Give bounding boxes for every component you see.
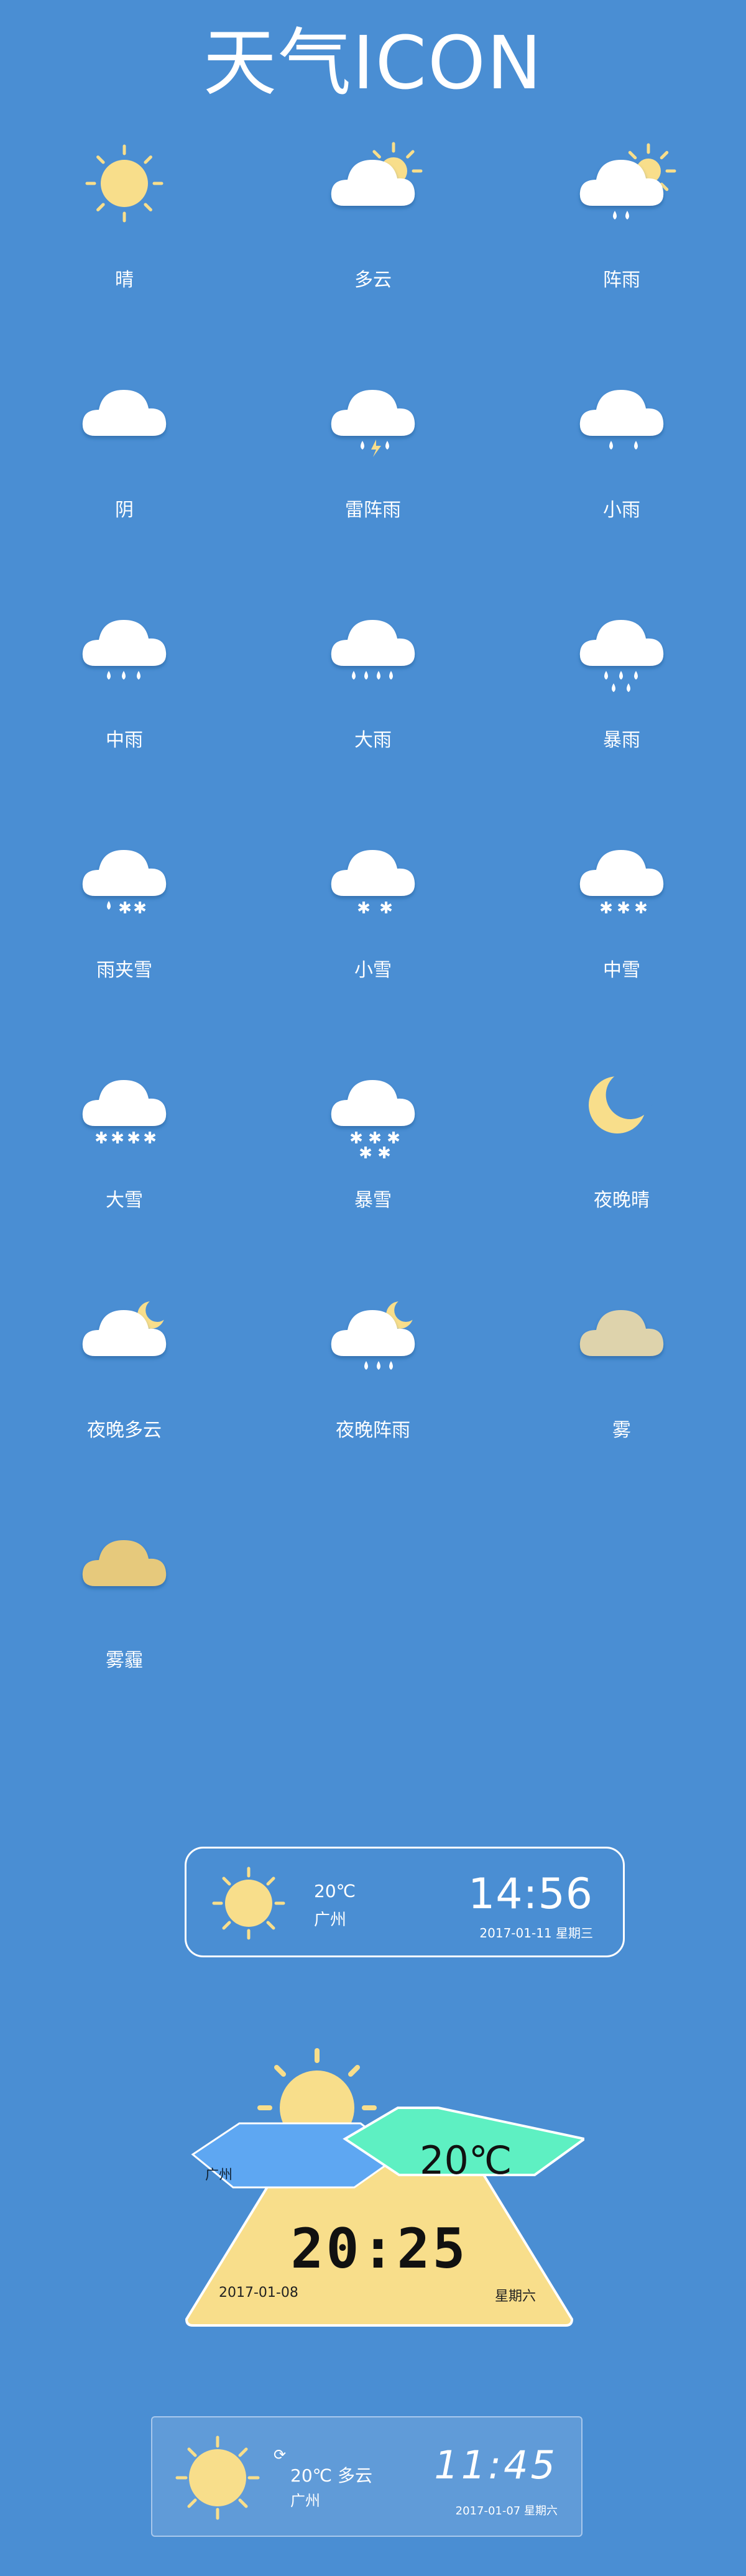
shower-icon (579, 143, 676, 219)
refresh-icon[interactable]: ⟳ (274, 2446, 286, 2463)
weather-icon-item: ✱ ✱ ✱ ✱ 大雪 (0, 1035, 249, 1278)
partly-cloudy-icon (331, 142, 423, 206)
weather-label: 暴雪 (354, 1189, 392, 1211)
temperature: 20℃ 多云 (290, 2465, 372, 2486)
haze-icon (82, 1540, 167, 1586)
weather-icon-item: 雾霾 (0, 1495, 249, 1738)
city: 广州 (290, 2492, 320, 2509)
weather-icon-item: 中雨 (0, 575, 249, 818)
fog-icon (579, 1310, 664, 1356)
svg-text:✱: ✱ (143, 1129, 157, 1148)
time: 20:25 (290, 2217, 468, 2281)
date: 2017-01-11 星期三 (479, 1926, 593, 1941)
weather-icon-item: ✱ ✱ 小雪 (249, 805, 497, 1048)
weather-icon-item: ✱ ✱ ✱ ✱ ✱ 暴雪 (249, 1035, 497, 1278)
date: 2017-01-07 星期六 (455, 2504, 558, 2518)
weather-label: 暴雨 (603, 729, 640, 751)
weather-label: 夜晚阵雨 (336, 1420, 410, 1441)
weather-icon-item: 雾 (497, 1265, 746, 1508)
clear-night-icon (589, 1070, 655, 1133)
moderate-snow-icon: ✱ ✱ ✱ (579, 850, 664, 918)
city: 广州 (314, 1911, 347, 1929)
svg-text:✱: ✱ (94, 1129, 108, 1148)
svg-text:✱: ✱ (617, 899, 630, 918)
weather-icon-item: 夜晚阵雨 (249, 1265, 497, 1508)
heavy-rain-icon (331, 620, 415, 680)
svg-text:✱: ✱ (379, 899, 393, 918)
weather-label: 中雨 (106, 729, 143, 751)
svg-text:✱: ✱ (133, 899, 147, 918)
overcast-icon (82, 390, 167, 436)
time: 11:45 (434, 2442, 558, 2488)
svg-text:✱: ✱ (127, 1129, 140, 1148)
svg-text:✱: ✱ (118, 899, 132, 918)
weather-icon-item: 雷阵雨 (249, 345, 497, 588)
sun-icon (175, 2435, 260, 2520)
cloudy-night-icon (82, 1298, 169, 1356)
sleet-icon: ✱ ✱ (82, 850, 167, 918)
weather-icon-item: 大雨 (249, 575, 497, 818)
weather-widget-isometric[interactable]: 广州 20℃ 20:25 2017-01-08 星期六 (174, 2046, 584, 2332)
weather-label: 阵雨 (603, 269, 640, 291)
rainstorm-icon (579, 620, 664, 692)
weather-label: 大雨 (354, 729, 392, 751)
weather-label: 雨夹雪 (96, 959, 152, 981)
date: 2017-01-08 (219, 2285, 298, 2301)
temperature: 20℃ (420, 2138, 512, 2183)
weekday: 星期六 (494, 2289, 536, 2304)
blizzard-icon: ✱ ✱ ✱✱ ✱ (331, 1080, 415, 1163)
weather-label: 阴 (115, 499, 134, 521)
weather-icon-item: 多云 (249, 115, 497, 358)
weather-icon-item: 小雨 (497, 345, 746, 588)
city: 广州 (205, 2167, 233, 2183)
time: 14:56 (468, 1870, 593, 1919)
sun-icon (212, 1867, 285, 1940)
thunderstorm-icon (331, 390, 415, 457)
weather-icon-item: 夜晚多云 (0, 1265, 249, 1508)
moderate-rain-icon (82, 620, 167, 680)
night-shower-icon (331, 1298, 418, 1370)
svg-text:✱: ✱ (357, 899, 371, 918)
weather-label: 雾 (612, 1420, 631, 1441)
svg-text:✱: ✱ (599, 899, 613, 918)
heavy-snow-icon: ✱ ✱ ✱ ✱ (82, 1080, 167, 1148)
weather-icon-item: ✱ ✱ 雨夹雪 (0, 805, 249, 1048)
weather-label: 夜晚晴 (594, 1189, 650, 1211)
temperature: 20℃ (314, 1881, 356, 1901)
weather-icon-item: ✱ ✱ ✱ 中雪 (497, 805, 746, 1048)
weather-icon-item: 阴 (0, 345, 249, 588)
weather-label: 雷阵雨 (345, 499, 401, 521)
weather-widget-glass[interactable]: ⟳ 20℃ 多云 广州 11:45 2017-01-07 星期六 (151, 2416, 583, 2537)
svg-text:✱: ✱ (359, 1144, 372, 1163)
light-snow-icon: ✱ ✱ (331, 850, 415, 918)
weather-icon-item: 夜晚晴 (497, 1035, 746, 1278)
weather-widget-outline[interactable]: 20℃ 广州 14:56 2017-01-11 星期三 (185, 1847, 625, 1957)
svg-text:✱: ✱ (634, 899, 648, 918)
weather-icon-item: 晴 (0, 115, 249, 358)
weather-label: 多云 (354, 269, 392, 291)
weather-icon-item: 暴雨 (497, 575, 746, 818)
weather-label: 中雪 (603, 959, 640, 981)
weather-icon-item: 阵雨 (497, 115, 746, 358)
weather-label: 夜晚多云 (87, 1420, 162, 1441)
weather-label: 小雨 (603, 499, 640, 521)
svg-text:✱: ✱ (377, 1144, 391, 1163)
weather-label: 大雪 (106, 1189, 143, 1211)
weather-label: 雾霾 (106, 1650, 143, 1671)
sun-icon (85, 144, 163, 223)
light-rain-icon (579, 390, 664, 450)
page-title: 天气ICON (203, 20, 543, 106)
weather-label: 晴 (115, 269, 134, 291)
weather-label: 小雪 (354, 959, 392, 981)
svg-text:✱: ✱ (111, 1129, 124, 1148)
